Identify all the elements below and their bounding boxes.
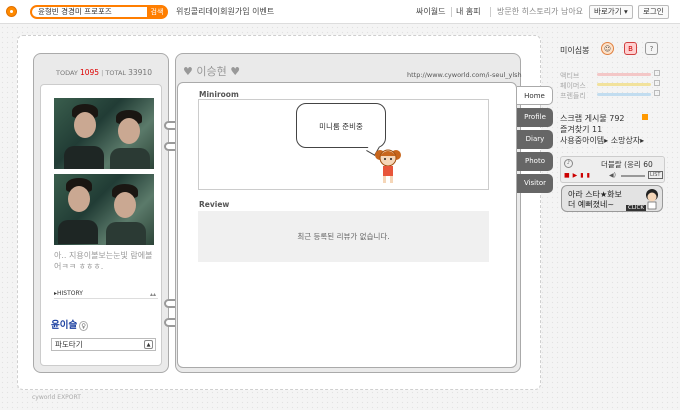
tab-diary[interactable]: Diary (517, 130, 553, 149)
star-ad-banner[interactable]: 아라 스타★화보 더 예뻐졌네~ CLICK (561, 185, 663, 212)
face (74, 112, 96, 138)
title-text: 이승현 (196, 65, 227, 78)
volume-slider[interactable] (621, 175, 645, 177)
profile-intro: 아.. 지용이볼보는눈빛 람에볼어ㅋㅋ ㅎㅎㅎ. (54, 251, 153, 271)
face (114, 192, 136, 218)
favorites-count[interactable]: 즐겨찾기 11 (560, 124, 602, 135)
heart-icon: ♥ (230, 65, 241, 78)
gender-icon: ♀ (79, 321, 88, 331)
divider (490, 7, 491, 17)
sidebar-label: 미이심봉 (560, 46, 590, 55)
logo-icon[interactable] (6, 6, 17, 17)
cyworld-link[interactable]: 싸이월드 (416, 7, 445, 17)
heart-icon: ♥ (183, 65, 193, 78)
minime-icon[interactable]: ☺ (601, 42, 614, 55)
miniroom-title: Miniroom (199, 90, 239, 99)
volume-icon: ◀) (609, 172, 616, 179)
playlist-button[interactable]: LIST (648, 171, 663, 179)
shirt (106, 222, 146, 245)
ad-line2: 더 예뻐졌네~ (568, 200, 615, 209)
active-toggle[interactable] (654, 70, 660, 76)
chevron-down-icon: ▾ (624, 7, 628, 16)
my-home-link[interactable]: 내 홈피 (456, 7, 481, 17)
face (118, 118, 140, 144)
history-label: HISTORY (57, 290, 83, 297)
history-link[interactable]: 방문한 히스토리가 남아요 (497, 7, 583, 17)
minime-avatar[interactable] (374, 146, 402, 186)
famous-toggle[interactable] (654, 80, 660, 86)
shirt (64, 146, 104, 169)
music-note-icon: ♪ (564, 159, 573, 168)
famous-label: 페이머스 (560, 82, 586, 90)
surf-select-value: 파도타기 (55, 340, 83, 349)
friendly-toggle[interactable] (654, 90, 660, 96)
active-label: 액티브 (560, 72, 580, 80)
shortcut-label: 바로가기 (594, 7, 622, 16)
playback-controls[interactable]: ■▶▮▮ (564, 172, 593, 179)
shirt (110, 148, 150, 169)
review-empty: 최근 등록된 리뷰가 없습니다. (198, 211, 489, 262)
tab-home[interactable]: Home (517, 86, 553, 105)
history-toggle[interactable]: ▸HISTORY ▴▴ (54, 290, 158, 299)
shortcut-dropdown[interactable]: 바로가기 ▾ (589, 5, 633, 19)
ad-click-label: CLICK (626, 205, 646, 211)
total-count: 33910 (128, 68, 152, 77)
visitor-counter: TODAY 1095 | TOTAL 33910 (56, 68, 152, 77)
hompy-title: ♥ 이승현 ♥ (183, 63, 240, 79)
face (68, 186, 90, 212)
hompy-url[interactable]: http://www.cyworld.com/i-seul_ylsh (407, 71, 522, 79)
chevron-up-icon: ▲ (144, 340, 153, 349)
today-label: TODAY (56, 69, 78, 77)
scrap-count[interactable]: 스크랩 게시물 792 (560, 113, 625, 124)
footer-logo: cyworld EXPORT (32, 394, 81, 401)
new-badge-icon (642, 114, 648, 120)
today-count: 1095 (79, 68, 100, 77)
search-box[interactable]: 윤형빈 경경미 프로포즈 검색 (30, 5, 168, 19)
search-input[interactable]: 윤형빈 경경미 프로포즈 (38, 7, 112, 17)
friendly-bar (597, 93, 651, 96)
collapse-icon[interactable]: ▴▴ (150, 291, 156, 299)
shirt (58, 220, 98, 244)
active-bar (597, 73, 651, 76)
profile-photo-bottom[interactable] (54, 174, 154, 245)
bgm-player[interactable]: ♪ 더블랄 (응리 60 ■▶▮▮ ◀) LIST (560, 156, 665, 183)
speech-bubble: 미니룸 준비중 (296, 103, 386, 148)
surf-select[interactable]: 파도타기 ▲ (51, 338, 156, 351)
divider (451, 7, 452, 17)
item-links[interactable]: 사용중아이템▸ 소망상자▸ (560, 135, 644, 146)
profile-photo-top[interactable] (54, 98, 154, 169)
login-button[interactable]: 로그인 (638, 5, 669, 19)
total-label: TOTAL (105, 69, 127, 77)
tab-profile[interactable]: Profile (517, 108, 553, 127)
ad-avatar (646, 189, 658, 210)
help-icon[interactable]: ? (645, 42, 658, 55)
review-title: Review (199, 200, 230, 209)
event-link[interactable]: 위킹콜리데이회원가입 이벤트 (176, 7, 274, 17)
tab-photo[interactable]: Photo (517, 152, 553, 171)
famous-bar (597, 83, 651, 86)
name-text: 윤이슬 (51, 320, 78, 331)
profile-name[interactable]: 윤이슬 ♀ (51, 317, 88, 331)
gift-icon[interactable]: B (624, 42, 637, 55)
bgm-title: 더블랄 (응리 60 (601, 160, 653, 169)
friendly-label: 프렌들리 (560, 92, 586, 100)
search-button[interactable]: 검색 (147, 5, 167, 19)
tab-visitor[interactable]: Visitor (517, 174, 553, 193)
